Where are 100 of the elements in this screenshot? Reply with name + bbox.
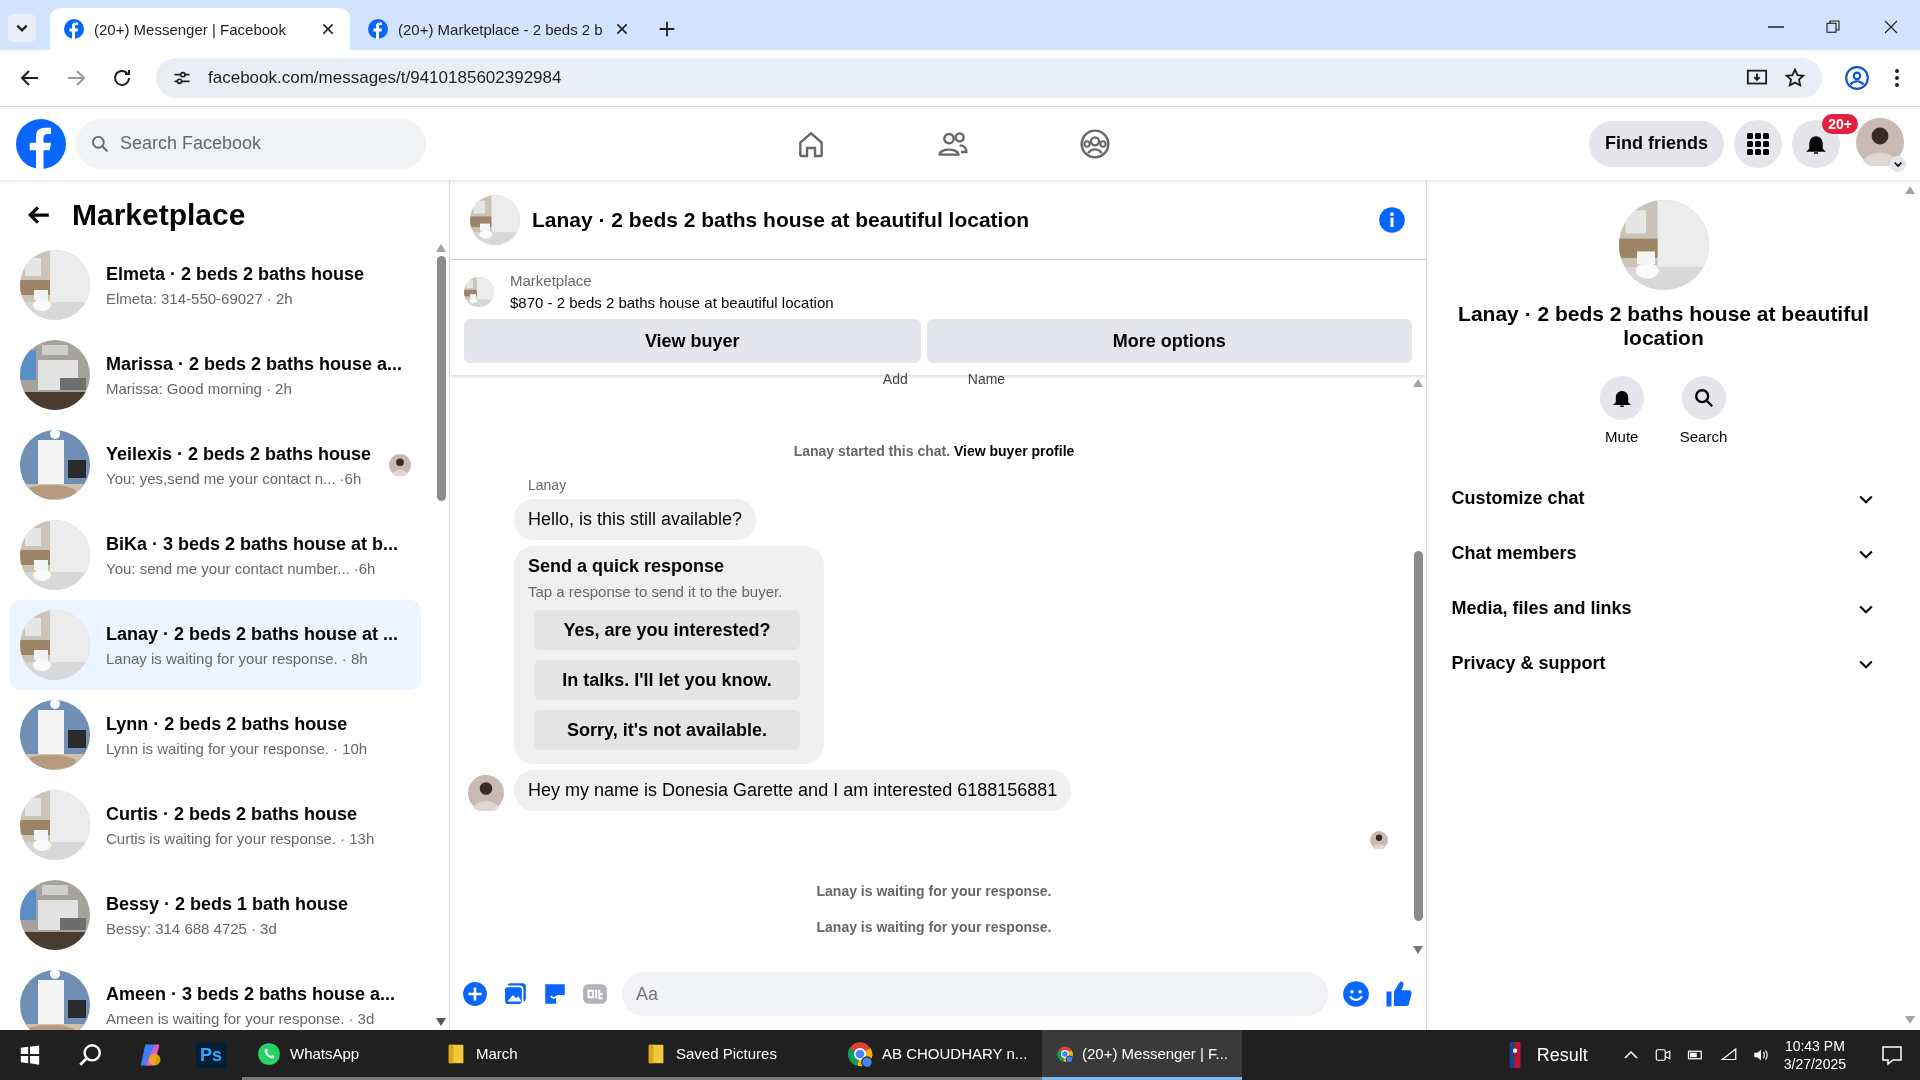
browser-tab[interactable]: (20+) Marketplace - 2 beds 2 b [354,8,644,50]
apps-grid-icon [1746,131,1770,156]
scrollbar-thumb[interactable] [1413,551,1423,921]
whatsapp-icon [256,1040,282,1067]
clock-time: 10:43 PM [1784,1038,1845,1054]
view-buyer-button[interactable]: View buyer [464,319,921,363]
address-bar[interactable]: facebook.com/messages/t/9410185602392984 [156,58,1822,98]
partial-label: Add [882,371,908,387]
taskbar-app[interactable]: (20+) Messenger | F... [1042,1030,1242,1080]
conversation-item[interactable]: Yeilexis · 2 beds 2 baths house You: yes,send me your contact n... ·6h [10,420,421,510]
taskbar-app[interactable]: March [432,1030,632,1080]
status-note: Lanay is waiting for your response. [815,883,1053,899]
message-input[interactable]: Aa [622,972,1328,1016]
settings-section[interactable]: Media, files and links [1443,581,1884,636]
profile-icon [1844,65,1870,91]
message-bubble: Hey my name is Donesia Garette and I am interested 6188156881 [514,770,1072,811]
more-options-button[interactable]: More options [926,319,1412,363]
action-label: Mute [1605,428,1639,445]
message-time: · 8h [341,649,368,667]
info-icon [1378,205,1406,234]
clock-date: 3/27/2025 [1783,1056,1846,1072]
browser-tab[interactable]: (20+) Messenger | Facebook [50,8,350,50]
facebook-logo [16,118,66,169]
conversation-title: Curtis · 2 beds 2 baths house [106,803,359,825]
image-icon [502,981,528,1007]
url-text: facebook.com/messages/t/9410185602392984 [208,68,563,88]
status-note: Lanay is waiting for your response. [815,919,1053,935]
message-preview: Bessy: 314 688 4725 [106,919,247,937]
plus-icon [462,981,488,1007]
photoshop-app[interactable]: Ps [196,1042,226,1068]
conversation-title: Lynn · 2 beds 2 baths house [106,713,349,735]
tab-title: (20+) Marketplace - 2 beds 2 b [398,20,604,38]
message-preview: You: yes,send me your contact n... [106,469,336,487]
close-icon [614,21,630,37]
message-preview: Elmeta: 314-550-69027 [106,289,263,307]
chrome-icon [846,1039,874,1068]
message-bubble: Hello, is this still available? [514,499,757,540]
tab-menu-icon [8,14,36,42]
partial-label: Name [967,371,1006,387]
tab-title: (20+) Messenger | Facebook [94,20,287,38]
conversation-title: BiKa · 3 beds 2 baths house at b... [106,533,400,555]
quick-response-hint: Tap a response to send it to the buyer. [528,583,784,600]
scroll-up-icon [1412,379,1424,387]
menu-button[interactable] [1734,119,1782,168]
settings-section[interactable]: Chat members [1443,526,1884,581]
quick-response-button[interactable]: Sorry, it's not available. [534,710,800,750]
star-icon [1784,67,1806,89]
message-preview: Curtis is waiting for your response. [106,829,337,847]
scroll-up-icon [436,244,446,252]
conversation-item[interactable]: Elmeta · 2 beds 2 baths house Elmeta: 314-550-69027 · 2h [10,240,421,330]
taskbar-app[interactable]: Saved Pictures [632,1030,832,1080]
conversation-item[interactable]: Bessy · 2 beds 1 bath house Bessy: 314 688 4725 · 3d [10,870,421,960]
search-icon [90,133,110,154]
chat-notice: Lanay started this chat. View buyer profile [792,443,1076,459]
settings-section[interactable]: Customize chat [1443,471,1884,526]
message-preview: Lynn is waiting for your response. [106,739,329,757]
profile-avatar [1856,117,1904,166]
scrollbar-thumb[interactable] [436,256,446,501]
settings-section[interactable]: Privacy & support [1443,636,1884,691]
taskbar-app[interactable]: WhatsApp [242,1030,432,1080]
conversation-item[interactable]: Marissa · 2 beds 2 baths house a... Marissa: Good morning · 2h [10,330,421,420]
emoji-icon [1342,980,1370,1008]
conversation-item[interactable]: BiKa · 3 beds 2 baths house at b... You: send me your contact number... ·6h [10,510,421,600]
quick-response-title: Send a quick response [528,556,726,577]
listing-title: $870 - 2 beds 2 baths house at beautiful location [510,294,834,311]
conversation-title: Elmeta · 2 beds 2 baths house [106,263,366,285]
search-field[interactable]: Search Facebook [76,118,426,169]
groups-icon [1078,127,1111,160]
conversation-item[interactable]: Lynn · 2 beds 2 baths house Lynn is waiting for your response. · 10h [10,690,421,780]
minimize-icon [1768,26,1784,28]
restore-icon [1824,18,1842,36]
conversation-title: Ameen · 3 beds 2 baths house a... [106,983,397,1005]
conversation-item[interactable]: Lanay · 2 beds 2 baths house at ... Lanay is waiting for your response. · 8h [10,600,421,690]
sender-avatar [468,775,504,811]
facebook-logo [64,19,84,39]
message-preview: Ameen is waiting for your response. [106,1009,345,1027]
conversation-item[interactable]: Curtis · 2 beds 2 baths house Curtis is waiting for your response. · 13h [10,780,421,870]
buyer-profile-link[interactable]: View buyer profile [953,443,1075,459]
quick-response-button[interactable]: In talks. I'll let you know. [534,660,800,700]
message-time: ·6h [353,559,376,577]
sidebar-title: Marketplace [72,198,246,232]
message-time: · 2h [266,289,293,307]
mute-button[interactable] [1599,376,1644,420]
menu-icon [1892,66,1902,90]
find-friends-button[interactable]: Find friends [1589,120,1724,167]
search-button[interactable] [1681,376,1726,420]
search-icon [1692,387,1715,409]
chat-title: Lanay · 2 beds 2 baths house at beautiful location [532,207,1031,232]
scroll-down-icon [1904,1016,1916,1024]
close-icon [1882,18,1900,36]
message-preview: Lanay is waiting for your response. [106,649,338,667]
message-time: · 3d [348,1009,375,1027]
windows-icon [19,1044,41,1066]
message-time: · 13h [340,829,375,847]
scroll-down-icon [436,1018,446,1026]
conversation-title: Bessy · 2 beds 1 bath house [106,893,350,915]
message-preview: Marissa: Good morning [106,379,262,397]
thumbs-up-icon [1384,979,1414,1009]
quick-response-button[interactable]: Yes, are you interested? [534,610,800,650]
scroll-down-icon [1412,946,1424,954]
